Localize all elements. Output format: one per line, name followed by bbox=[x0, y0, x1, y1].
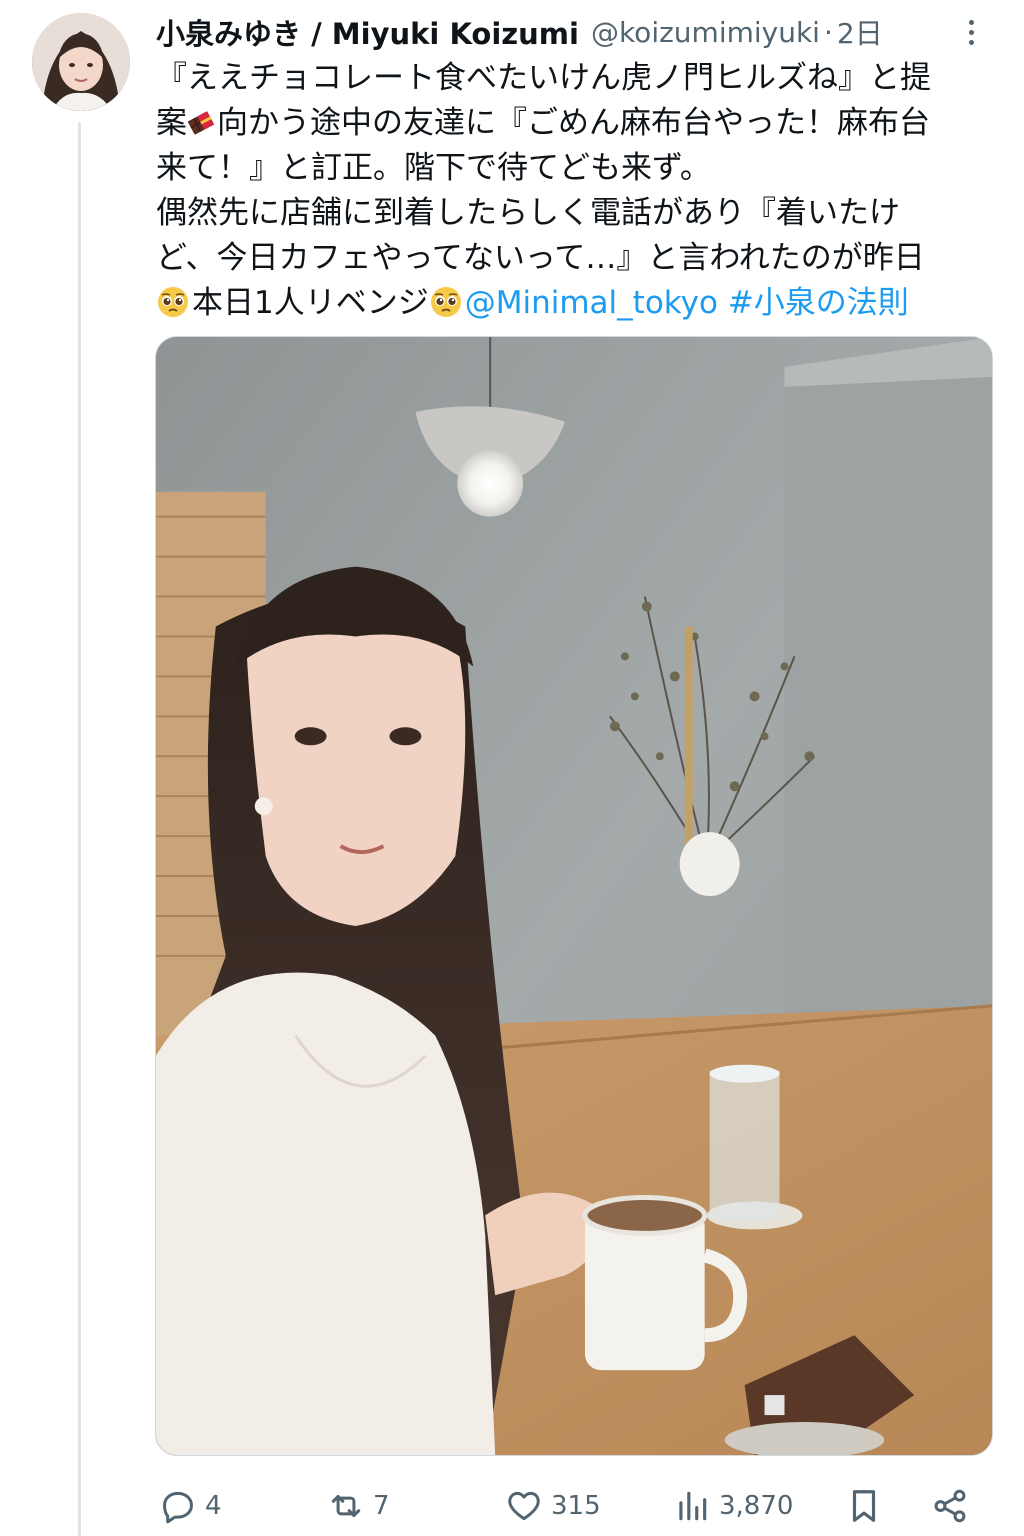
hashtag-link[interactable]: #小泉の法則 bbox=[728, 285, 909, 321]
like-count: 315 bbox=[551, 1491, 601, 1521]
more-options-icon[interactable] bbox=[956, 14, 986, 50]
chocolate-emoji bbox=[187, 104, 217, 135]
tweet-card[interactable]: 小泉みゆき / Miyuki Koizumi @koizumimiyuki · … bbox=[0, 0, 1024, 1536]
mention-link[interactable]: @Minimal_tokyo bbox=[465, 285, 718, 321]
tweet-line: 案向かう途中の友達に『ごめん麻布台やった！麻布台 bbox=[156, 101, 1006, 146]
thread-line bbox=[78, 122, 81, 1536]
pleading-face-emoji bbox=[156, 285, 190, 319]
retweet-button[interactable]: 7 bbox=[327, 1478, 390, 1534]
user-handle[interactable]: @koizumimiyuki bbox=[591, 16, 820, 49]
tweet-text: 『ええチョコレート食べたいけん虎ノ門ヒルズね』と提 案向かう途中の友達に『ごめん… bbox=[156, 56, 1006, 326]
tweet-line: 偶然先に店舗に到着したらしく電話があり『着いたけ bbox=[156, 195, 900, 231]
bookmark-button[interactable] bbox=[845, 1478, 883, 1534]
retweet-icon bbox=[331, 1494, 361, 1518]
tweet-photo[interactable] bbox=[155, 336, 993, 1456]
bookmark-icon bbox=[852, 1490, 876, 1522]
reply-button[interactable]: 4 bbox=[159, 1478, 222, 1534]
reply-icon bbox=[163, 1491, 193, 1524]
timestamp[interactable]: 2日 bbox=[837, 12, 883, 52]
tweet-header: 小泉みゆき / Miyuki Koizumi @koizumimiyuki · … bbox=[156, 10, 986, 54]
tweet-line: 来て！』と訂正。階下で待てども来ず。 bbox=[156, 150, 711, 186]
share-button[interactable] bbox=[931, 1478, 969, 1534]
avatar[interactable] bbox=[32, 13, 130, 111]
view-count: 3,870 bbox=[719, 1491, 794, 1521]
retweet-count: 7 bbox=[373, 1491, 390, 1521]
separator: · bbox=[823, 15, 833, 49]
reply-count: 4 bbox=[205, 1491, 222, 1521]
like-button[interactable]: 315 bbox=[505, 1478, 601, 1534]
views-icon bbox=[679, 1491, 707, 1521]
share-icon bbox=[934, 1489, 966, 1523]
tweet-line: ど、今日カフェやってないって…』と言われたのが昨日 bbox=[156, 240, 925, 276]
display-name[interactable]: 小泉みゆき / Miyuki Koizumi bbox=[156, 11, 579, 53]
views-button[interactable]: 3,870 bbox=[673, 1478, 793, 1534]
pleading-face-emoji bbox=[429, 285, 463, 319]
tweet-text-segment: 向かう途中の友達に『ごめん麻布台やった！麻布台 bbox=[217, 105, 930, 141]
tweet-text-segment: 本日1人リベンジ bbox=[192, 285, 429, 321]
action-bar: 4 7 315 3,870 bbox=[155, 1478, 993, 1534]
tweet-text-segment: 案 bbox=[156, 105, 187, 141]
like-icon bbox=[508, 1491, 540, 1521]
tweet-line: 本日1人リベンジ @Minimal_tokyo #小泉の法則 bbox=[156, 281, 1006, 326]
tweet-line: 『ええチョコレート食べたいけん虎ノ門ヒルズね』と提 bbox=[156, 60, 931, 96]
